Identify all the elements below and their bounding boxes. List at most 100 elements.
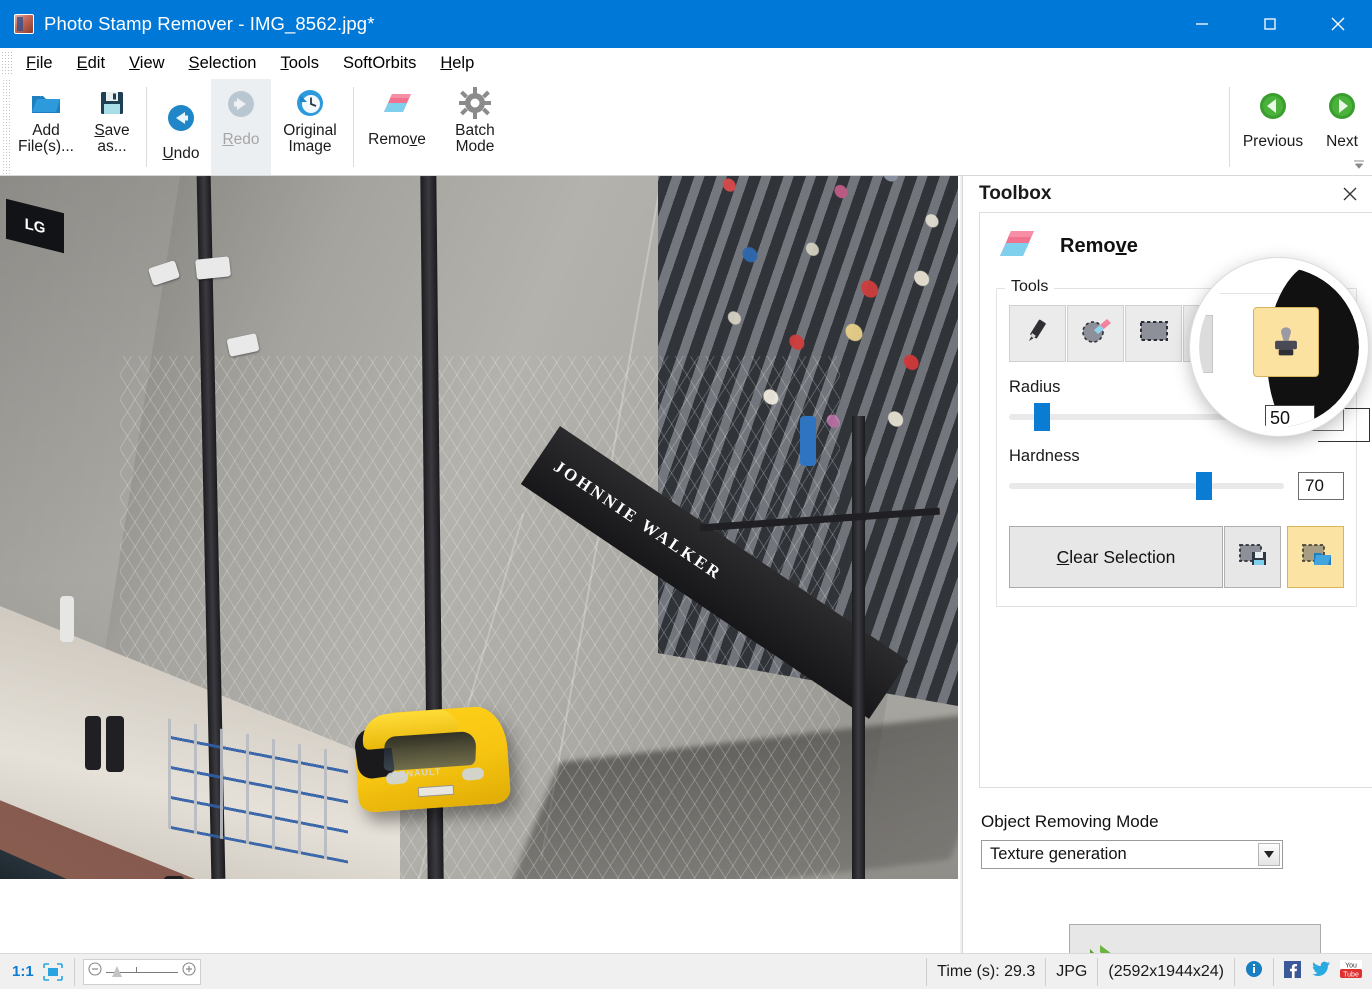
batch-mode-label-1: Batch bbox=[455, 122, 495, 139]
save-as-label-1: Save bbox=[94, 122, 130, 139]
redo-button[interactable]: Redo bbox=[211, 79, 271, 175]
undo-button[interactable]: Undo bbox=[151, 79, 211, 175]
zoom-slider-control[interactable] bbox=[82, 958, 201, 985]
previous-button[interactable]: Previous bbox=[1234, 79, 1312, 175]
menu-softorbits[interactable]: SoftOrbits bbox=[331, 52, 428, 75]
processing-time-cell: Time (s): 29.3 bbox=[937, 962, 1036, 980]
open-folder-icon bbox=[29, 86, 63, 120]
photo-stamp-remover-icon bbox=[14, 14, 34, 34]
previous-label: Previous bbox=[1242, 133, 1304, 150]
close-icon[interactable] bbox=[1337, 181, 1363, 207]
undo-label: Undo bbox=[162, 144, 200, 162]
chevron-down-icon[interactable] bbox=[1352, 157, 1366, 171]
tool-rect-select-button[interactable] bbox=[1125, 305, 1182, 362]
magnifier-content: 50 bbox=[1199, 267, 1359, 427]
youtube-icon[interactable]: You Tube bbox=[1340, 960, 1362, 983]
twitter-icon[interactable] bbox=[1311, 961, 1330, 982]
info-cell[interactable] bbox=[1235, 958, 1273, 986]
eraser-icon bbox=[996, 227, 1038, 266]
close-button[interactable] bbox=[1304, 0, 1372, 48]
menu-edit[interactable]: Edit bbox=[65, 52, 117, 75]
image-canvas[interactable]: JOHNNIE WALKER TAGHeuer LG RENAULT bbox=[0, 176, 960, 953]
save-as-label-2: as... bbox=[97, 137, 127, 155]
next-label: Next bbox=[1326, 133, 1358, 150]
zoom-in-icon[interactable] bbox=[182, 962, 196, 981]
svg-text:You: You bbox=[1345, 963, 1357, 970]
object-removing-mode-section: Object Removing Mode Texture generation … bbox=[981, 812, 1361, 989]
toolbar-ribbon: Add File(s)... Save as... Undo Redo Orig… bbox=[0, 79, 1372, 176]
gear-icon bbox=[459, 86, 491, 120]
menu-selection[interactable]: Selection bbox=[177, 52, 269, 75]
ribbon-separator-2 bbox=[353, 87, 354, 167]
photo-image[interactable]: JOHNNIE WALKER TAGHeuer LG RENAULT bbox=[0, 176, 958, 879]
hardness-slider-track[interactable] bbox=[1009, 472, 1284, 500]
fit-to-window-icon[interactable] bbox=[42, 962, 64, 982]
hardness-slider-thumb[interactable] bbox=[1196, 472, 1212, 500]
menu-bar: File Edit View Selection Tools SoftOrbit… bbox=[0, 48, 1372, 79]
menu-help[interactable]: Help bbox=[428, 52, 486, 75]
zoom-out-icon[interactable] bbox=[88, 962, 102, 981]
magnifier-overlay: 50 bbox=[1190, 258, 1368, 436]
remove-section-header: Remove bbox=[980, 213, 1372, 266]
person-marshal-3 bbox=[106, 716, 124, 772]
crowd-spectators bbox=[698, 176, 958, 497]
person-in-blue bbox=[800, 416, 816, 466]
facebook-icon[interactable] bbox=[1284, 960, 1301, 983]
window-controls bbox=[1168, 0, 1372, 48]
magnifier-stamp-clone-icon bbox=[1253, 307, 1319, 377]
minimize-button[interactable] bbox=[1168, 0, 1236, 48]
person-marshal-1 bbox=[60, 596, 74, 642]
image-dimensions-cell: (2592x1944x24) bbox=[1108, 962, 1224, 980]
remove-button[interactable]: Remove bbox=[358, 79, 436, 175]
rectangle-select-icon bbox=[1138, 318, 1170, 349]
canvas-blank-area bbox=[0, 879, 958, 953]
save-as-button[interactable]: Save as... bbox=[82, 79, 142, 175]
load-selection-button[interactable] bbox=[1287, 526, 1344, 588]
undo-arrow-icon bbox=[165, 101, 197, 135]
race-car[interactable]: RENAULT bbox=[352, 704, 512, 814]
ribbon-drag-grip[interactable] bbox=[2, 79, 10, 175]
zoom-ratio-label[interactable]: 1:1 bbox=[12, 963, 34, 980]
maximize-button[interactable] bbox=[1236, 0, 1304, 48]
green-left-arrow-icon bbox=[1258, 89, 1288, 123]
menu-tools[interactable]: Tools bbox=[268, 52, 331, 75]
tool-eraser-button[interactable] bbox=[1067, 305, 1124, 362]
window-title: Photo Stamp Remover - IMG_8562.jpg* bbox=[44, 13, 375, 34]
menu-view[interactable]: View bbox=[117, 52, 176, 75]
add-files-button[interactable]: Add File(s)... bbox=[10, 79, 82, 175]
svg-text:Tube: Tube bbox=[1343, 971, 1359, 978]
menu-file[interactable]: File bbox=[14, 52, 65, 75]
original-image-label-1: Original bbox=[283, 122, 337, 139]
save-selection-button[interactable] bbox=[1224, 526, 1281, 588]
title-bar: Photo Stamp Remover - IMG_8562.jpg* bbox=[0, 0, 1372, 48]
ribbon-group-file: Add File(s)... Save as... bbox=[10, 79, 142, 175]
file-format-cell: JPG bbox=[1056, 962, 1088, 980]
save-selection-icon bbox=[1237, 541, 1269, 574]
object-removing-mode-select[interactable]: Texture generation bbox=[981, 840, 1283, 869]
application-window: Photo Stamp Remover - IMG_8562.jpg* File… bbox=[0, 0, 1372, 989]
remove-section-title: Remove bbox=[1060, 235, 1138, 257]
zoom-slider-thumb[interactable] bbox=[111, 965, 122, 977]
history-clock-icon bbox=[294, 86, 326, 120]
toolbox-header: Toolbox bbox=[963, 176, 1372, 212]
radius-slider-thumb[interactable] bbox=[1033, 403, 1050, 431]
redo-label: Redo bbox=[222, 131, 260, 148]
tools-group-legend: Tools bbox=[1005, 278, 1055, 296]
hardness-value-input[interactable]: 70 bbox=[1298, 472, 1344, 500]
menu-drag-grip[interactable] bbox=[2, 52, 12, 74]
hardness-label: Hardness bbox=[1009, 447, 1080, 465]
hardness-slider-row: 70 bbox=[1009, 472, 1344, 500]
tool-marker-button[interactable] bbox=[1009, 305, 1066, 362]
clear-selection-button[interactable]: Clear Selection bbox=[1009, 526, 1223, 588]
zoom-ratio-cell: 1:1 bbox=[0, 958, 74, 986]
chevron-down-icon[interactable] bbox=[1258, 843, 1280, 866]
selection-buttons-row: Clear Selection bbox=[1009, 526, 1344, 588]
green-right-arrow-icon bbox=[1327, 89, 1357, 123]
zoom-slider-track[interactable] bbox=[105, 965, 178, 978]
floppy-disk-icon bbox=[98, 86, 126, 120]
person-marshal-2 bbox=[85, 716, 101, 770]
info-icon[interactable] bbox=[1245, 960, 1263, 983]
original-image-button[interactable]: Original Image bbox=[271, 79, 349, 175]
ribbon-group-navigation: Previous Next bbox=[1225, 79, 1372, 175]
batch-mode-button[interactable]: Batch Mode bbox=[436, 79, 514, 175]
